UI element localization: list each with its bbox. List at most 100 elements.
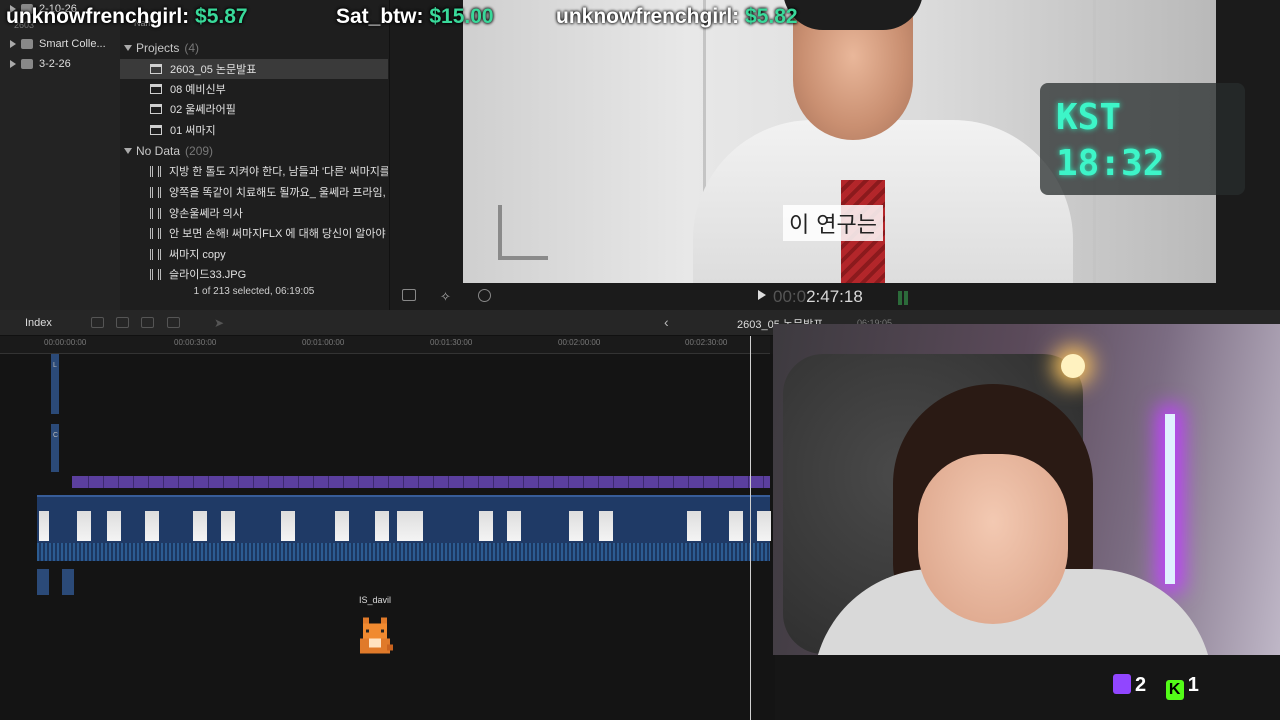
- title-clip[interactable]: [646, 476, 659, 488]
- title-clip[interactable]: [451, 476, 464, 488]
- clip-thumbnail: [599, 511, 613, 541]
- title-clip[interactable]: [691, 476, 704, 488]
- play-icon[interactable]: [758, 290, 766, 300]
- project-row[interactable]: 02 울쎄라어필: [120, 99, 388, 119]
- group-no-data[interactable]: No Data (209): [120, 141, 388, 161]
- title-clip[interactable]: [586, 476, 599, 488]
- audio-meter-icon: [898, 291, 902, 305]
- title-clip[interactable]: [151, 476, 164, 488]
- title-clip[interactable]: [631, 476, 644, 488]
- title-clip[interactable]: [331, 476, 344, 488]
- clip-row[interactable]: 안 보면 손해! 써마지FLX 에 대해 당신이 알아야 할: [120, 223, 388, 243]
- kst-clock-overlay: KST 18:32: [1040, 83, 1245, 195]
- ruler-tick: 00:01:00:00: [302, 338, 345, 347]
- title-clip[interactable]: [391, 476, 404, 488]
- connected-audio-clip[interactable]: [37, 569, 49, 595]
- title-clip[interactable]: [166, 476, 179, 488]
- group-projects[interactable]: Projects (4): [120, 38, 388, 58]
- title-clip[interactable]: [136, 476, 149, 488]
- title-clip[interactable]: [256, 476, 269, 488]
- title-clip[interactable]: [706, 476, 719, 488]
- connected-audio-clip[interactable]: [62, 569, 74, 595]
- corner-mark: [498, 205, 548, 260]
- clapper-icon: [150, 104, 162, 114]
- clip-row[interactable]: 양쪽을 똑같이 치료해도 될까요_ 울쎄라 프라임, 꼭: [120, 182, 388, 202]
- ruler-tick: 00:01:30:00: [430, 338, 473, 347]
- title-clip[interactable]: [421, 476, 434, 488]
- title-clip[interactable]: [271, 476, 284, 488]
- connected-clip[interactable]: L: [51, 354, 59, 414]
- clip-thumbnail: [107, 511, 121, 541]
- playhead[interactable]: [750, 336, 751, 720]
- back-arrow-icon[interactable]: ‹: [664, 314, 669, 330]
- title-clip[interactable]: [226, 476, 239, 488]
- title-clip[interactable]: [106, 476, 119, 488]
- clip-thumbnail: [729, 511, 743, 541]
- title-clip[interactable]: [556, 476, 569, 488]
- primary-storyline[interactable]: [37, 495, 771, 561]
- title-clip[interactable]: [541, 476, 554, 488]
- title-clip[interactable]: [511, 476, 524, 488]
- image-icon: [150, 248, 161, 260]
- streamer-face: [918, 454, 1068, 624]
- clip-row[interactable]: 지방 한 톨도 지켜야 한다, 남들과 '다른' 써마지를 고: [120, 161, 388, 181]
- sidebar-item-event-3-2-26[interactable]: 3-2-26: [0, 55, 120, 73]
- title-clip[interactable]: [196, 476, 209, 488]
- title-clip[interactable]: [121, 476, 134, 488]
- title-clip[interactable]: [301, 476, 314, 488]
- clip-row[interactable]: 써마지 copy: [120, 244, 388, 264]
- title-clip[interactable]: [751, 476, 764, 488]
- ruler-tick: 00:00:30:00: [174, 338, 217, 347]
- title-clip[interactable]: [616, 476, 629, 488]
- title-clip[interactable]: [736, 476, 749, 488]
- title-clip[interactable]: [481, 476, 494, 488]
- title-clip[interactable]: [76, 476, 89, 488]
- select-tool-icon[interactable]: ➤: [214, 316, 224, 330]
- ruler-tick: 00:02:00:00: [558, 338, 601, 347]
- title-clip[interactable]: [286, 476, 299, 488]
- twitch-icon: [1113, 674, 1131, 694]
- clip-append-icon[interactable]: [91, 317, 104, 328]
- title-clip[interactable]: [466, 476, 479, 488]
- title-clips-lane[interactable]: [72, 476, 770, 488]
- clip-connect-icon[interactable]: [167, 317, 180, 328]
- title-clip[interactable]: [661, 476, 674, 488]
- title-clip[interactable]: [526, 476, 539, 488]
- title-clip[interactable]: [721, 476, 734, 488]
- sidebar-item-smart-collections[interactable]: Smart Colle...: [0, 35, 120, 53]
- title-clip[interactable]: [211, 476, 224, 488]
- project-row[interactable]: 01 써마지: [120, 120, 388, 140]
- title-clip[interactable]: [406, 476, 419, 488]
- pixel-cat-icon: [360, 617, 393, 654]
- clip-row[interactable]: 슬라이드33.JPG: [120, 264, 388, 284]
- neon-light: [1165, 414, 1175, 584]
- title-clip[interactable]: [376, 476, 389, 488]
- disclosure-icon[interactable]: [124, 148, 132, 154]
- project-row[interactable]: 2603_05 논문발표: [120, 59, 388, 79]
- title-clip[interactable]: [361, 476, 374, 488]
- index-button[interactable]: Index: [25, 317, 52, 329]
- title-clip[interactable]: [601, 476, 614, 488]
- disclosure-icon[interactable]: [124, 45, 132, 51]
- magic-wand-icon[interactable]: ✧: [440, 289, 451, 305]
- title-clip[interactable]: [436, 476, 449, 488]
- clip-overwrite-icon[interactable]: [141, 317, 154, 328]
- timecode-display[interactable]: 00:02:47:18: [773, 287, 863, 307]
- clip-row[interactable]: 양손울쎄라 의사: [120, 203, 388, 223]
- timeline-ruler[interactable]: [0, 336, 770, 354]
- title-clip[interactable]: [91, 476, 104, 488]
- project-row[interactable]: 08 예비신부: [120, 79, 388, 99]
- ruler-tick: 00:02:30:00: [685, 338, 728, 347]
- title-clip[interactable]: [571, 476, 584, 488]
- title-clip[interactable]: [316, 476, 329, 488]
- title-clip[interactable]: [241, 476, 254, 488]
- speed-icon[interactable]: [478, 289, 491, 302]
- clip-insert-icon[interactable]: [116, 317, 129, 328]
- title-clip[interactable]: [496, 476, 509, 488]
- connected-clip[interactable]: C: [51, 424, 59, 472]
- title-clip[interactable]: [676, 476, 689, 488]
- audio-list-icon: [150, 207, 161, 219]
- title-clip[interactable]: [181, 476, 194, 488]
- transform-icon[interactable]: [402, 289, 416, 301]
- title-clip[interactable]: [346, 476, 359, 488]
